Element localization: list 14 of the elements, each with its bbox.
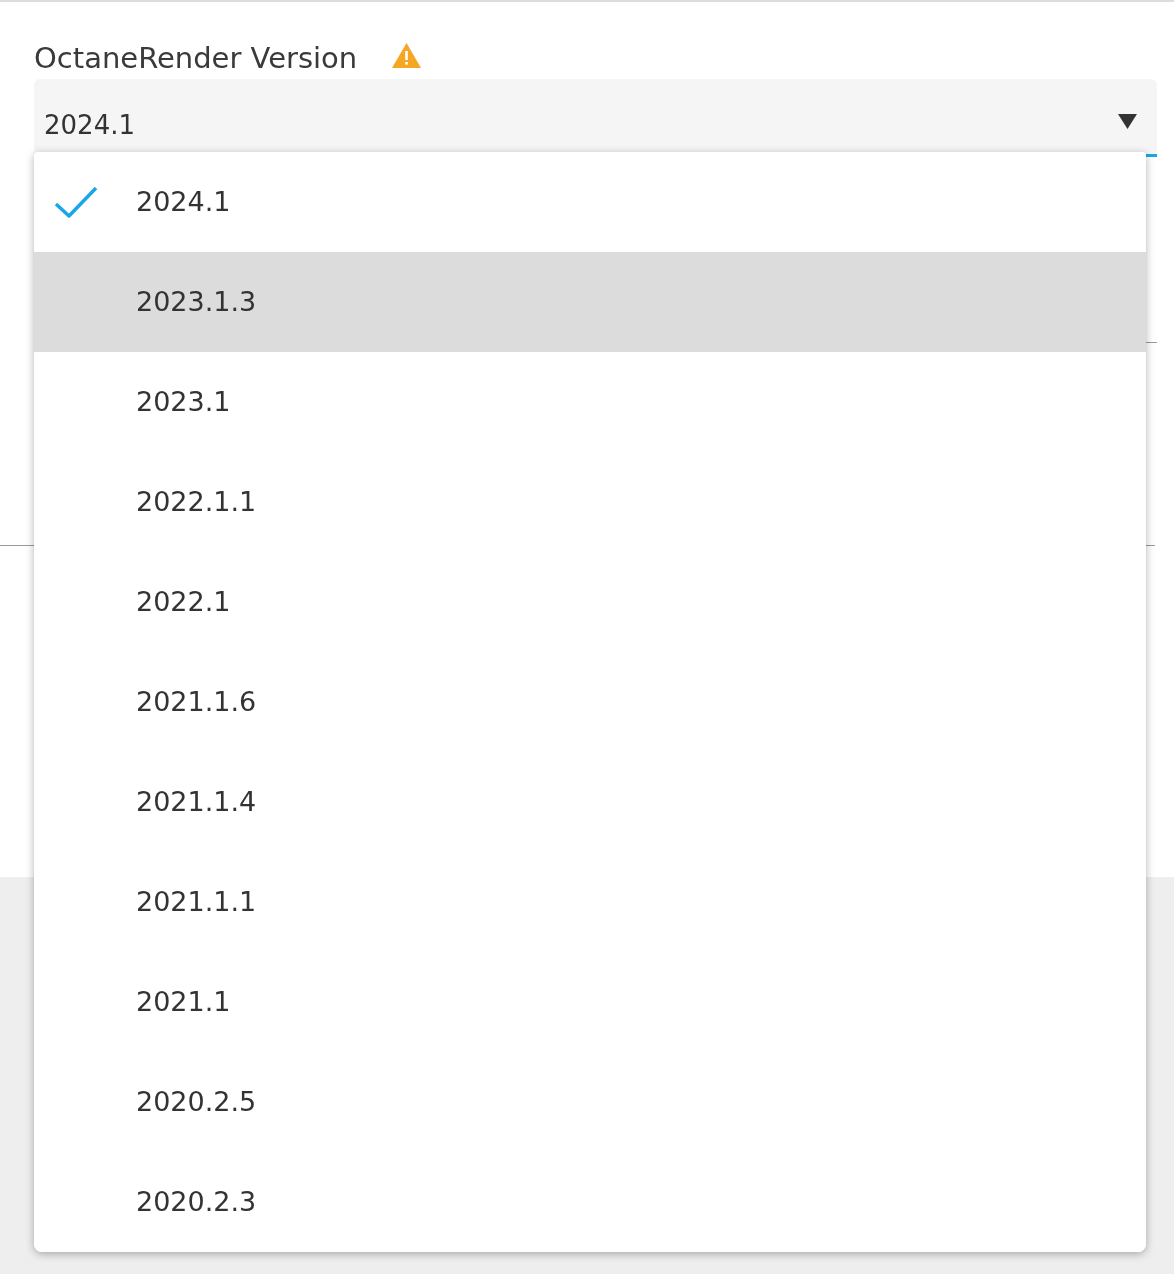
menu-item[interactable]: 2021.1.4 — [34, 752, 1146, 852]
menu-item[interactable]: 2023.1.3 — [34, 252, 1146, 352]
field-label: OctaneRender Version — [34, 41, 358, 75]
menu-item[interactable]: 2021.1.6 — [34, 652, 1146, 752]
caret-icon — [1118, 114, 1137, 129]
menu-item[interactable]: 2021.1.1 — [34, 852, 1146, 952]
menu-item[interactable]: 2022.1.1 — [34, 452, 1146, 552]
version-select[interactable]: 2024.1 — [34, 79, 1157, 157]
menu-item[interactable]: 2021.1 — [34, 952, 1146, 1052]
menu-item[interactable]: 2022.1 — [34, 552, 1146, 652]
menu-item[interactable]: 2024.1 — [34, 152, 1146, 252]
menu-item[interactable]: 2023.1 — [34, 352, 1146, 452]
menu-item[interactable]: 2020.2.3 — [34, 1152, 1146, 1252]
menu-item[interactable]: 2020.2.5 — [34, 1052, 1146, 1152]
